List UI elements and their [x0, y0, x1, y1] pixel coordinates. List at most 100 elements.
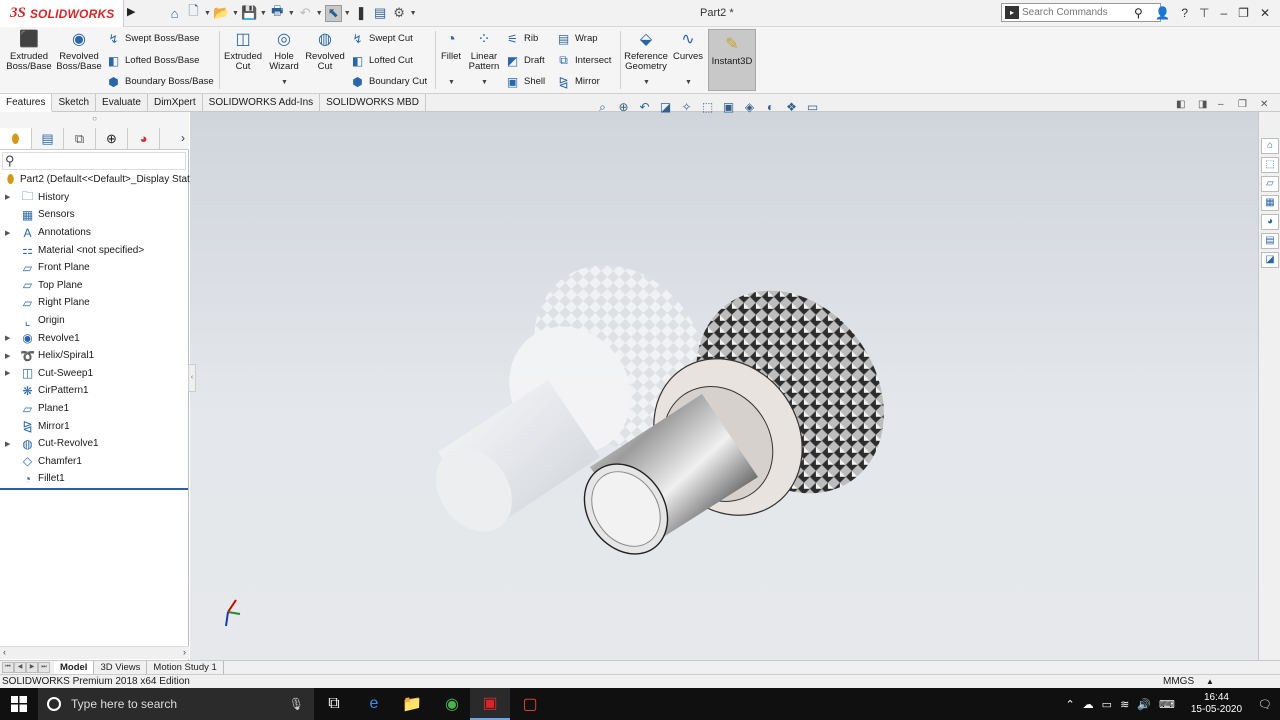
- expand-arrow-icon[interactable]: ▶: [5, 352, 11, 360]
- open-dropdown-icon[interactable]: ▼: [232, 10, 239, 17]
- intersect-button[interactable]: ⧉ Intersect: [556, 53, 611, 68]
- tree-item[interactable]: ⚏ Material <not specified>: [0, 241, 189, 259]
- panel-horizontal-scrollbar[interactable]: ‹ ›: [0, 646, 189, 659]
- options-gear-icon[interactable]: ⚙: [391, 5, 408, 22]
- tree-item[interactable]: ◔ Fillet1: [0, 470, 189, 488]
- undo-dropdown-icon[interactable]: ▼: [316, 10, 323, 17]
- select-cursor-icon[interactable]: ⬉: [324, 4, 342, 22]
- draft-button[interactable]: ◩ Draft: [505, 53, 545, 68]
- prev-tab-icon[interactable]: ◀: [14, 662, 26, 673]
- search-icon[interactable]: ⚲: [1134, 6, 1143, 20]
- chrome-icon[interactable]: ◉: [432, 688, 472, 720]
- tab-dimxpert[interactable]: DimXpert: [148, 94, 203, 112]
- network-cloud-icon[interactable]: ☁: [1083, 698, 1094, 711]
- language-icon[interactable]: ⌨: [1159, 698, 1175, 711]
- save-icon[interactable]: 💾: [241, 5, 258, 22]
- rollback-bar[interactable]: [0, 488, 188, 490]
- linear-pattern-button[interactable]: ⁘ Linear Pattern: [466, 29, 502, 72]
- options-dropdown-icon[interactable]: ▼: [410, 10, 417, 17]
- reference-geometry-button[interactable]: ⬙ Reference Geometry: [622, 29, 670, 72]
- menu-expand-arrow-icon[interactable]: ▶: [127, 5, 137, 21]
- tree-item[interactable]: ▶ ◉ Revolve1: [0, 329, 189, 347]
- panel-collapse-handle[interactable]: ○: [0, 112, 189, 128]
- recorder-app-icon[interactable]: ▢: [510, 688, 550, 720]
- user-icon[interactable]: 👤: [1155, 6, 1170, 20]
- expand-arrow-icon[interactable]: ▶: [5, 440, 11, 448]
- viewport-minimize-icon[interactable]: –: [1218, 99, 1224, 110]
- tree-item[interactable]: ⌞ Origin: [0, 312, 189, 330]
- first-tab-icon[interactable]: ⏮: [2, 662, 14, 673]
- tabs-more-arrow-icon[interactable]: ›: [181, 131, 185, 145]
- forum-icon[interactable]: ◪: [1261, 252, 1279, 268]
- lofted-boss-button[interactable]: ◧ Lofted Boss/Base: [106, 53, 200, 68]
- zoom-to-area-icon[interactable]: ⊕: [615, 99, 632, 115]
- hide-show-items-icon[interactable]: ◈: [741, 99, 758, 115]
- viewport-left-icon[interactable]: ◧: [1176, 99, 1185, 110]
- expand-arrow-icon[interactable]: ▶: [5, 193, 11, 201]
- open-folder-icon[interactable]: 📂: [213, 5, 230, 22]
- boundary-boss-button[interactable]: ⬢ Boundary Boss/Base: [106, 74, 213, 89]
- traffic-light-icon[interactable]: ❚: [353, 5, 370, 22]
- dimxpert-manager-tab-icon[interactable]: ⊕: [96, 128, 128, 149]
- tree-item[interactable]: ▶ ◫ Cut-Sweep1: [0, 365, 189, 383]
- units-up-arrow-icon[interactable]: ▲: [1206, 675, 1214, 688]
- expand-arrow-icon[interactable]: ▶: [5, 229, 11, 237]
- tab-mbd[interactable]: SOLIDWORKS MBD: [320, 94, 426, 112]
- edge-browser-icon[interactable]: e: [354, 688, 394, 720]
- tree-item[interactable]: ▱ Right Plane: [0, 294, 189, 312]
- reference-geometry-dropdown-icon[interactable]: ▼: [643, 79, 650, 86]
- instant3d-button[interactable]: ✎ Instant3D: [708, 29, 756, 91]
- tree-item[interactable]: ◇ Chamfer1: [0, 453, 189, 471]
- notifications-icon[interactable]: 🗨: [1258, 698, 1272, 711]
- mirror-button[interactable]: ⧎ Mirror: [556, 74, 599, 89]
- custom-properties-icon[interactable]: ▤: [1261, 233, 1279, 249]
- extruded-cut-button[interactable]: ◫ Extruded Cut: [222, 29, 264, 72]
- last-tab-icon[interactable]: ⏭: [38, 662, 50, 673]
- revolved-cut-button[interactable]: ◍ Revolved Cut: [304, 29, 346, 72]
- section-view-icon[interactable]: ◪: [657, 99, 674, 115]
- tab-addins[interactable]: SOLIDWORKS Add-Ins: [203, 94, 321, 112]
- minimize-icon[interactable]: –: [1220, 6, 1227, 20]
- shell-button[interactable]: ▣ Shell: [505, 74, 545, 89]
- rib-button[interactable]: ⚟ Rib: [505, 31, 538, 46]
- solidworks-logo[interactable]: 3S SOLIDWORKS: [0, 0, 124, 27]
- appearances-icon[interactable]: ◕: [1261, 214, 1279, 230]
- configuration-manager-tab-icon[interactable]: ⧉: [64, 128, 96, 149]
- viewport-right-icon[interactable]: ◨: [1198, 99, 1207, 110]
- swept-boss-button[interactable]: ↯ Swept Boss/Base: [106, 31, 199, 46]
- microphone-icon[interactable]: 🎙: [289, 697, 304, 711]
- display-style-icon[interactable]: ▣: [720, 99, 737, 115]
- tree-item[interactable]: ▱ Front Plane: [0, 259, 189, 277]
- tree-item[interactable]: ❋ CirPattern1: [0, 382, 189, 400]
- volume-icon[interactable]: 🔊: [1137, 698, 1151, 711]
- view-palette-icon[interactable]: ▦: [1261, 195, 1279, 211]
- tree-item[interactable]: ▶ A Annotations: [0, 224, 189, 242]
- file-explorer-icon[interactable]: ▱: [1261, 176, 1279, 192]
- feature-manager-tab-icon[interactable]: ⬮: [0, 128, 32, 149]
- revolved-boss-button[interactable]: ◉ Revolved Boss/Base: [56, 29, 102, 72]
- display-manager-tab-icon[interactable]: ◕: [128, 128, 160, 149]
- curves-dropdown-icon[interactable]: ▼: [685, 79, 692, 86]
- viewport-close-icon[interactable]: ✕: [1260, 99, 1268, 110]
- extruded-boss-button[interactable]: ⬛ Extruded Boss/Base: [6, 29, 52, 72]
- tab-sketch[interactable]: Sketch: [52, 94, 97, 112]
- print-dropdown-icon[interactable]: ▼: [288, 10, 295, 17]
- tree-item[interactable]: ▱ Top Plane: [0, 277, 189, 295]
- edit-appearance-icon[interactable]: ◐: [762, 99, 779, 115]
- unit-system-selector[interactable]: MMGS: [1163, 675, 1194, 688]
- close-icon[interactable]: ✕: [1260, 6, 1270, 20]
- solidworks-resources-icon[interactable]: ⌂: [1261, 138, 1279, 154]
- linear-pattern-dropdown-icon[interactable]: ▼: [481, 79, 488, 86]
- zoom-to-fit-icon[interactable]: ⌕: [594, 99, 611, 115]
- next-tab-icon[interactable]: ▶: [26, 662, 38, 673]
- boundary-cut-button[interactable]: ⬢ Boundary Cut: [350, 74, 427, 89]
- search-commands-box[interactable]: ▸ ⚲: [1001, 3, 1161, 22]
- view-settings-icon[interactable]: ▭: [804, 99, 821, 115]
- tree-item[interactable]: ▶ 🗀 History: [0, 189, 189, 207]
- design-library-icon[interactable]: ⬚: [1261, 157, 1279, 173]
- show-hidden-icons-icon[interactable]: ⌃: [1065, 698, 1074, 711]
- start-button[interactable]: [0, 688, 38, 720]
- curves-button[interactable]: ∿ Curves: [673, 29, 703, 62]
- task-view-icon[interactable]: ⧉: [314, 688, 354, 720]
- new-dropdown-icon[interactable]: ▼: [204, 10, 211, 17]
